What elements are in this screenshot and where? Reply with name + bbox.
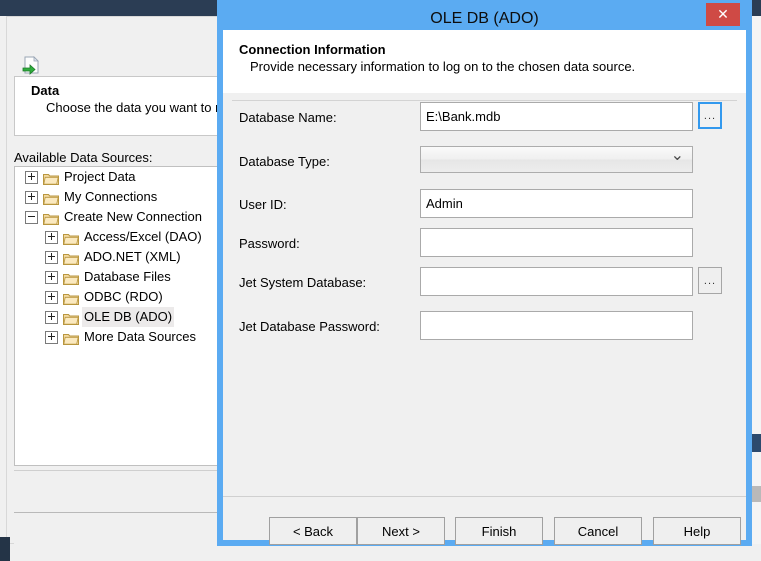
expand-plus-icon[interactable]	[25, 190, 38, 204]
background-header-subtitle: Choose the data you want to repo	[46, 100, 242, 115]
folder-icon	[63, 291, 79, 305]
dialog-button-row: < Back Next > Finish Cancel Help	[223, 517, 746, 547]
tree-item[interactable]: OLE DB (ADO)	[15, 307, 219, 327]
tree-item[interactable]: ODBC (RDO)	[15, 287, 219, 307]
user-id-label: User ID:	[239, 197, 287, 212]
available-data-sources-label: Available Data Sources:	[14, 150, 153, 165]
folder-icon	[63, 311, 79, 325]
close-icon: ✕	[717, 6, 729, 22]
folder-icon	[63, 231, 79, 245]
ole-db-ado-dialog: OLE DB (ADO) ✕ Connection Information Pr…	[217, 0, 752, 546]
tree-item[interactable]: More Data Sources	[15, 327, 219, 347]
database-type-label: Database Type:	[239, 154, 330, 169]
folder-icon	[63, 251, 79, 265]
expand-plus-icon[interactable]	[45, 270, 58, 284]
expand-plus-icon[interactable]	[45, 230, 58, 244]
tree-item-label: ADO.NET (XML)	[84, 249, 181, 264]
tree-item-label: OLE DB (ADO)	[82, 307, 175, 327]
expand-plus-icon[interactable]	[45, 330, 58, 344]
expand-plus-icon[interactable]	[45, 310, 58, 324]
expand-plus-icon[interactable]	[45, 250, 58, 264]
expand-plus-icon[interactable]	[45, 290, 58, 304]
collapse-minus-icon[interactable]	[25, 210, 38, 224]
tree-item[interactable]: Database Files	[15, 267, 219, 287]
cancel-button[interactable]: Cancel	[554, 517, 642, 545]
connection-information-subtitle: Provide necessary information to log on …	[250, 59, 636, 74]
tree-item-label: Project Data	[64, 169, 136, 184]
taskbar-sliver	[0, 537, 10, 561]
folder-icon	[43, 171, 59, 185]
tree-item-label: More Data Sources	[84, 329, 196, 344]
jet-database-password-input[interactable]	[420, 311, 693, 340]
jet-system-database-label: Jet System Database:	[239, 275, 367, 290]
database-type-dropdown[interactable]: ⌄	[420, 146, 693, 173]
help-button[interactable]: Help	[653, 517, 741, 545]
folder-icon	[63, 271, 79, 285]
database-name-browse-button[interactable]: ...	[698, 102, 722, 129]
connection-information-title: Connection Information	[239, 42, 386, 57]
form-row-jet-system-database: Jet System Database:...	[223, 267, 746, 299]
tree-item-label: Create New Connection	[64, 209, 203, 224]
folder-icon	[63, 331, 79, 345]
tree-item[interactable]: ADO.NET (XML)	[15, 247, 219, 267]
form-row-jet-database-password: Jet Database Password:	[223, 311, 746, 343]
right-edge-selection-band	[752, 434, 761, 452]
tree-item[interactable]: My Connections	[15, 187, 219, 207]
dialog-body: Connection Information Provide necessary…	[223, 30, 746, 545]
finish-button[interactable]: Finish	[455, 517, 543, 545]
data-sources-tree[interactable]: Project Data My Connections Create New Con…	[14, 166, 220, 466]
tree-item-label: Database Files	[84, 269, 171, 284]
jet-system-database-input[interactable]	[420, 267, 693, 296]
database-name-input[interactable]	[420, 102, 693, 131]
form-row-database-name: Database Name:...	[223, 102, 746, 134]
jet-system-database-browse-button[interactable]: ...	[698, 267, 722, 294]
form-row-user-id: User ID:	[223, 189, 746, 221]
button-row-divider	[223, 496, 746, 497]
document-with-green-arrow-icon	[21, 54, 43, 76]
header-divider	[232, 100, 737, 101]
folder-icon	[43, 191, 59, 205]
background-header-title: Data	[31, 83, 60, 98]
form-row-database-type: Database Type: ⌄	[223, 146, 746, 178]
back-button[interactable]: < Back	[269, 517, 357, 545]
connection-form: Database Name:... Database Type: ⌄ User ID:…	[223, 102, 746, 492]
tree-item-label: Access/Excel (DAO)	[84, 229, 202, 244]
tree-item[interactable]: Access/Excel (DAO)	[15, 227, 219, 247]
next-button[interactable]: Next >	[357, 517, 445, 545]
right-edge-clipped-panel	[752, 16, 761, 544]
password-label: Password:	[239, 236, 300, 251]
password-input[interactable]	[420, 228, 693, 257]
database-name-label: Database Name:	[239, 110, 337, 125]
user-id-input[interactable]	[420, 189, 693, 218]
folder-icon	[43, 211, 59, 225]
expand-plus-icon[interactable]	[25, 170, 38, 184]
tree-item-label: ODBC (RDO)	[84, 289, 163, 304]
tree-item-label: My Connections	[64, 189, 158, 204]
dialog-header-panel: Connection Information Provide necessary…	[223, 30, 746, 93]
database-type-dropdown-box[interactable]	[420, 146, 693, 173]
right-edge-clipped-shape	[752, 486, 761, 502]
tree-item[interactable]: Create New Connection	[15, 207, 219, 227]
tree-item[interactable]: Project Data	[15, 167, 219, 187]
jet-database-password-label: Jet Database Password:	[239, 319, 380, 334]
close-button[interactable]: ✕	[706, 3, 740, 26]
form-row-password: Password:	[223, 228, 746, 260]
